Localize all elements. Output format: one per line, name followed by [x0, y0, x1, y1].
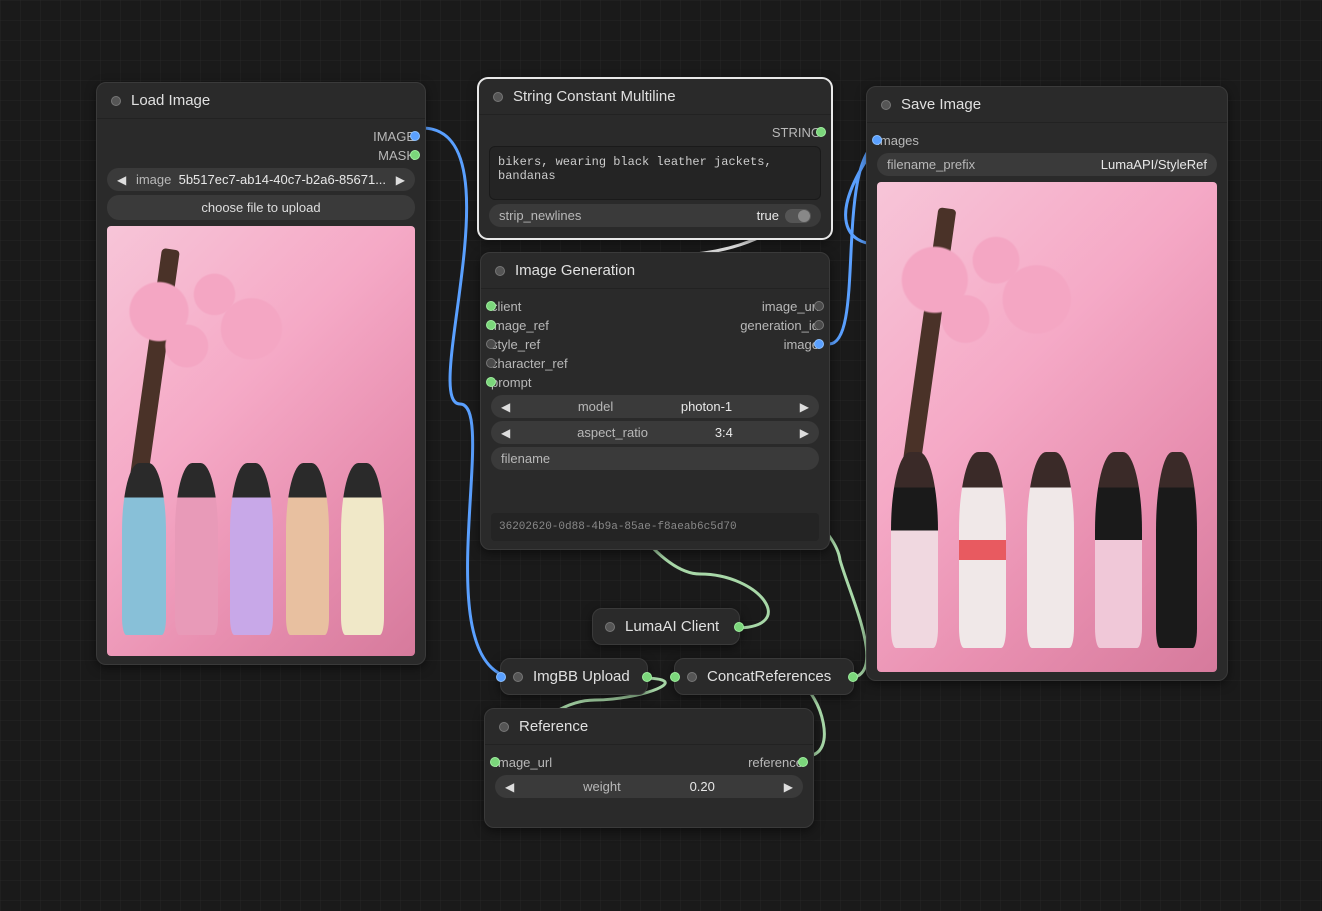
- output-port[interactable]: [848, 672, 858, 682]
- node-image-generation[interactable]: Image Generation clientimage_url image_r…: [480, 252, 830, 550]
- prompt-textarea[interactable]: bikers, wearing black leather jackets, b…: [489, 146, 821, 200]
- node-reference[interactable]: Reference image_url reference ◀ weight 0…: [484, 708, 814, 828]
- input-port-char-ref[interactable]: [486, 358, 496, 368]
- output-port-gen-id[interactable]: [814, 320, 824, 330]
- collapse-icon[interactable]: [513, 672, 523, 682]
- node-header[interactable]: ConcatReferences: [675, 659, 853, 694]
- chevron-left-icon[interactable]: ◀: [501, 426, 510, 440]
- chevron-right-icon[interactable]: ▶: [800, 426, 809, 440]
- image-preview: [877, 182, 1217, 672]
- toggle-icon[interactable]: [785, 209, 811, 223]
- node-header[interactable]: String Constant Multiline: [479, 79, 831, 115]
- node-header[interactable]: Image Generation: [481, 253, 829, 289]
- chevron-left-icon[interactable]: ◀: [501, 400, 510, 414]
- output-port-image-url[interactable]: [814, 301, 824, 311]
- node-header[interactable]: LumaAI Client: [593, 609, 739, 644]
- node-header[interactable]: Save Image: [867, 87, 1227, 123]
- output-port-image[interactable]: [814, 339, 824, 349]
- node-header[interactable]: Reference: [485, 709, 813, 745]
- node-title: Reference: [519, 718, 588, 735]
- collapse-icon[interactable]: [881, 100, 891, 110]
- collapse-icon[interactable]: [493, 92, 503, 102]
- node-title: LumaAI Client: [625, 618, 719, 635]
- collapse-icon[interactable]: [605, 622, 615, 632]
- node-lumaai-client[interactable]: LumaAI Client: [592, 608, 740, 645]
- weight-input[interactable]: ◀ weight 0.20 ▶: [495, 775, 803, 798]
- node-string-constant[interactable]: String Constant Multiline STRING bikers,…: [478, 78, 832, 239]
- node-concat-references[interactable]: ConcatReferences: [674, 658, 854, 695]
- output-port[interactable]: [734, 622, 744, 632]
- node-save-image[interactable]: Save Image images filename_prefix LumaAP…: [866, 86, 1228, 681]
- chevron-left-icon[interactable]: ◀: [505, 780, 514, 794]
- input-port-client[interactable]: [486, 301, 496, 311]
- image-preview: [107, 226, 415, 656]
- input-port[interactable]: [496, 672, 506, 682]
- output-port[interactable]: [642, 672, 652, 682]
- node-load-image[interactable]: Load Image IMAGE MASK ◀ image 5b517ec7-a…: [96, 82, 426, 665]
- image-selector[interactable]: ◀ image 5b517ec7-ab14-40c7-b2a6-85671...…: [107, 168, 415, 191]
- input-port-prompt[interactable]: [486, 377, 496, 387]
- output-label: STRING: [772, 125, 821, 140]
- filename-prefix-input[interactable]: filename_prefix LumaAPI/StyleRef: [877, 153, 1217, 176]
- aspect-ratio-selector[interactable]: ◀ aspect_ratio 3:4 ▶: [491, 421, 819, 444]
- output-port-mask[interactable]: [410, 150, 420, 160]
- input-port-image-ref[interactable]: [486, 320, 496, 330]
- strip-newlines-toggle[interactable]: strip_newlines true: [489, 204, 821, 227]
- collapse-icon[interactable]: [495, 266, 505, 276]
- input-port[interactable]: [670, 672, 680, 682]
- input-port-style-ref[interactable]: [486, 339, 496, 349]
- output-label: IMAGE: [373, 129, 415, 144]
- chevron-right-icon[interactable]: ▶: [784, 780, 793, 794]
- output-port-image[interactable]: [410, 131, 420, 141]
- chevron-right-icon[interactable]: ▶: [396, 173, 405, 187]
- model-selector[interactable]: ◀ model photon-1 ▶: [491, 395, 819, 418]
- node-title: Save Image: [901, 96, 981, 113]
- upload-button[interactable]: choose file to upload: [107, 195, 415, 220]
- node-header[interactable]: ImgBB Upload: [501, 659, 647, 694]
- output-port-reference[interactable]: [798, 757, 808, 767]
- filename-input[interactable]: filename: [491, 447, 819, 470]
- node-title: Load Image: [131, 92, 210, 109]
- node-title: String Constant Multiline: [513, 88, 676, 105]
- collapse-icon[interactable]: [687, 672, 697, 682]
- node-imgbb-upload[interactable]: ImgBB Upload: [500, 658, 648, 695]
- collapse-icon[interactable]: [499, 722, 509, 732]
- chevron-right-icon[interactable]: ▶: [800, 400, 809, 414]
- node-header[interactable]: Load Image: [97, 83, 425, 119]
- input-port-image-url[interactable]: [490, 757, 500, 767]
- input-port-images[interactable]: [872, 135, 882, 145]
- image-filename: 5b517ec7-ab14-40c7-b2a6-85671...: [179, 172, 386, 187]
- node-title: ConcatReferences: [707, 668, 831, 685]
- node-title: ImgBB Upload: [533, 668, 630, 685]
- chevron-left-icon[interactable]: ◀: [117, 173, 126, 187]
- collapse-icon[interactable]: [111, 96, 121, 106]
- node-title: Image Generation: [515, 262, 635, 279]
- generation-id-output: 36202620-0d88-4b9a-85ae-f8aeab6c5d70: [491, 513, 819, 541]
- output-port-string[interactable]: [816, 127, 826, 137]
